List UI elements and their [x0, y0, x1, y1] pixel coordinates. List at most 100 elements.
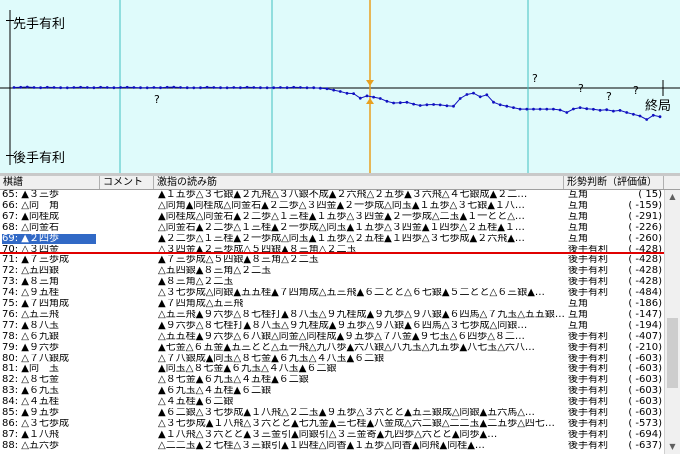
scroll-up-icon[interactable]: ▲	[665, 190, 680, 204]
table-row[interactable]: 65: ▲３三歩 ▲１五歩△３七銀▲２九飛△３八銀不成▲２六飛△２五歩▲３六飛△４…	[0, 190, 664, 200]
table-row[interactable]: 71: ▲７三歩成 ▲７三歩成△５四銀▲８三角△２二玉 後手有利 ( -428)	[0, 255, 664, 265]
bottom-tick	[6, 155, 14, 156]
table-row[interactable]: 72: △五四銀 △五四銀▲８三角△２二玉 後手有利 ( -428)	[0, 266, 664, 276]
eval-point	[112, 86, 116, 90]
column-header-comment[interactable]: コメント	[100, 176, 154, 189]
eval-cell: ( -407)	[628, 332, 662, 342]
eval-point	[598, 108, 602, 112]
judgement-cell: 後手有利	[568, 343, 608, 353]
line-cell: ▲７三歩成△５四銀▲８三角△２二玉	[158, 255, 319, 265]
judgement-cell: 互角	[568, 321, 588, 331]
eval-point	[438, 103, 442, 107]
eval-cell: ( -260)	[628, 234, 662, 244]
eval-cell: ( -573)	[628, 419, 662, 429]
eval-point	[172, 85, 176, 89]
judgement-cell: 後手有利	[568, 354, 608, 364]
table-row[interactable]: 73: ▲８三角 ▲８三角△２二玉 後手有利 ( -428)	[0, 277, 664, 287]
eval-point	[45, 85, 49, 89]
move-cell: 74: △９五桂	[2, 288, 59, 298]
column-header-judgement[interactable]: 形勢判断（評価値）	[564, 176, 664, 189]
table-row[interactable]: 85: ▲９五歩 ▲６二銀△３七歩成▲１八飛△２二玉▲９五歩△３六とと▲五三銀成△…	[0, 408, 664, 418]
judgement-cell: 互角	[568, 190, 588, 200]
table-row[interactable]: 74: △９五桂 △３七歩成△同銀▲五五桂▲７四角成△五三飛▲６二とと△６七銀▲５…	[0, 288, 664, 298]
eval-point	[472, 91, 475, 95]
eval-point	[292, 85, 296, 89]
eval-point	[585, 107, 589, 111]
eval-point	[638, 114, 642, 118]
move-cell: 81: ▲同 玉	[2, 364, 59, 374]
eval-point	[145, 86, 149, 90]
line-cell: ▲６九玉△４五桂▲６二銀	[158, 386, 272, 396]
eval-point	[412, 102, 415, 106]
line-cell: ▲同玉△８七金▲６九玉△４八玉▲６二銀	[158, 364, 337, 374]
move-cell: 66: △同 角	[2, 201, 59, 211]
eval-point	[485, 93, 489, 97]
vertical-scrollbar[interactable]: ▲ ▼	[664, 190, 680, 454]
eval-point	[279, 86, 282, 89]
table-row[interactable]: 67: ▲同桂成 ▲同桂成△同金右▲２二歩△１三桂▲１五歩△３四金▲２一歩成△二玉…	[0, 212, 664, 222]
table-row[interactable]: 79: ▲９六歩 ▲七金△６五金▲五三とと△五一飛△九八歩▲六八銀△八九玉△九五歩…	[0, 343, 664, 353]
eval-point	[305, 86, 309, 90]
table-row[interactable]: 76: △五三飛 △五三飛▲９六歩△８七桂打▲８八玉△９九桂成▲９九歩△９八銀▲６…	[0, 310, 664, 320]
line-cell: △３七歩成▲１八飛△３六とと▲七九金▲三七桂▲八金成△六二銀△二二玉▲二五歩△四…	[158, 419, 555, 429]
eval-point	[538, 107, 542, 111]
table-row[interactable]: 66: △同 角 △同角▲同桂成△同金右▲２二歩△３四金▲２一歩成△同玉▲１五歩△…	[0, 201, 664, 211]
move-cell: 80: △７八銀成	[2, 354, 69, 364]
move-cell: 88: △五六歩	[2, 441, 59, 451]
table-row[interactable]: 84: △４五桂 △４五桂▲６二銀 後手有利 ( -603)	[0, 397, 664, 407]
eval-point	[658, 115, 662, 119]
eval-point	[558, 108, 562, 112]
eval-point	[165, 85, 169, 89]
judgement-cell: 互角	[568, 201, 588, 211]
move-cell: 84: △４五桂	[2, 397, 59, 407]
line-cell: △二二玉▲２七桂△３三銀引▲１四桂△同香▲１五歩△同香▲同飛▲同桂▲…	[158, 441, 485, 451]
judgement-cell: 互角	[568, 234, 588, 244]
eval-point	[478, 95, 482, 99]
scroll-down-icon[interactable]: ▼	[665, 440, 680, 454]
table-row-selected[interactable]: 69: ▲２四歩 ▲２二歩△１三桂▲２一歩成△同玉▲１五歩△２五桂▲１四歩△３七歩…	[0, 234, 664, 244]
table-row[interactable]: 75: ▲７四角成 ▲７四角成△五三飛 互角 ( -186)	[0, 299, 664, 309]
move-cell: 77: ▲８八玉	[2, 321, 59, 331]
scrollbar-thumb[interactable]	[667, 318, 678, 388]
cursor-arrow-up-icon	[366, 98, 374, 104]
table-row[interactable]: 81: ▲同 玉 ▲同玉△８七金▲６九玉△４八玉▲６二銀 後手有利 ( -603)	[0, 364, 664, 374]
eval-point	[398, 101, 402, 105]
table-row[interactable]: 88: △五六歩 △二二玉▲２七桂△３三銀引▲１四桂△同香▲１五歩△同香▲同飛▲同…	[0, 441, 664, 451]
table-row[interactable]: 82: △８七金 △８七金▲６九玉△４五桂▲６二銀 後手有利 ( -603)	[0, 375, 664, 385]
move-cell: 75: ▲７四角成	[2, 299, 69, 309]
move-cell: 83: ▲６九玉	[2, 386, 59, 396]
eval-point	[52, 86, 56, 89]
judgement-cell: 互角	[568, 299, 588, 309]
evaluation-graph-canvas[interactable]: ? ? ? ? ?	[0, 0, 680, 173]
eval-point	[219, 86, 222, 90]
line-cell: ▲１五歩△３七銀▲２九飛△３八銀不成▲２六飛△２五歩▲３六飛△４七銀成▲２二…	[158, 190, 528, 200]
column-header-move[interactable]: 棋譜	[0, 176, 100, 189]
column-header-line[interactable]: 激指の読み筋	[154, 176, 564, 189]
table-row[interactable]: 68: △同金右 △同金右▲２二歩△１三桂▲２一歩成△同玉▲１五歩△３四金▲１四歩…	[0, 223, 664, 233]
line-cell: △８七金▲６九玉△４五桂▲６二銀	[158, 375, 309, 385]
eval-point	[299, 86, 302, 89]
table-row[interactable]: 80: △７八銀成 △７八銀成▲同玉△８七金▲６九玉△４八玉▲６二銀 後手有利 ( -…	[0, 354, 664, 364]
line-cell: △五四銀▲８三角△２二玉	[158, 266, 272, 276]
eval-point	[39, 86, 42, 90]
eval-point	[312, 86, 316, 90]
line-cell: ▲７四角成△五三飛	[158, 299, 244, 309]
eval-point	[651, 113, 655, 117]
table-row[interactable]: 77: ▲８八玉 ▲９六歩△８七桂打▲８八玉△９九桂成▲９五歩△９八銀▲６四馬△３…	[0, 321, 664, 331]
eval-point	[498, 103, 502, 107]
line-cell: △７八銀成▲同玉△８七金▲６九玉△４八玉▲６二銀	[158, 354, 385, 364]
eval-point	[319, 86, 322, 90]
eval-cell: ( -226)	[628, 223, 662, 233]
eval-cell: ( -291)	[628, 212, 662, 222]
evaluation-graph[interactable]: ? ? ? ? ? 先手有利 後手有利 終局	[0, 0, 680, 173]
eval-point	[492, 100, 495, 104]
eval-point	[32, 86, 36, 89]
table-row[interactable]: 86: △３七歩成 △３七歩成▲１八飛△３六とと▲七九金▲三七桂▲八金成△六二銀△…	[0, 419, 664, 429]
eval-point	[372, 95, 375, 99]
table-row[interactable]: 78: △６九銀 △五五桂▲９六歩△６八銀△同金△同桂成▲９五歩△７八金▲９七玉△…	[0, 332, 664, 342]
table-row[interactable]: 83: ▲６九玉 ▲６九玉△４五桂▲６二銀 後手有利 ( -603)	[0, 386, 664, 396]
kifu-rows: 65: ▲３三歩 ▲１五歩△３七銀▲２九飛△３八銀不成▲２六飛△２五歩▲３六飛△４…	[0, 190, 664, 454]
eval-point	[232, 86, 236, 89]
table-row[interactable]: 87: ▲１八飛 ▲１八飛△３六とと▲３三金引▲同銀引△３三金寄▲九四歩△六とと▲…	[0, 430, 664, 440]
eval-point	[245, 85, 249, 89]
